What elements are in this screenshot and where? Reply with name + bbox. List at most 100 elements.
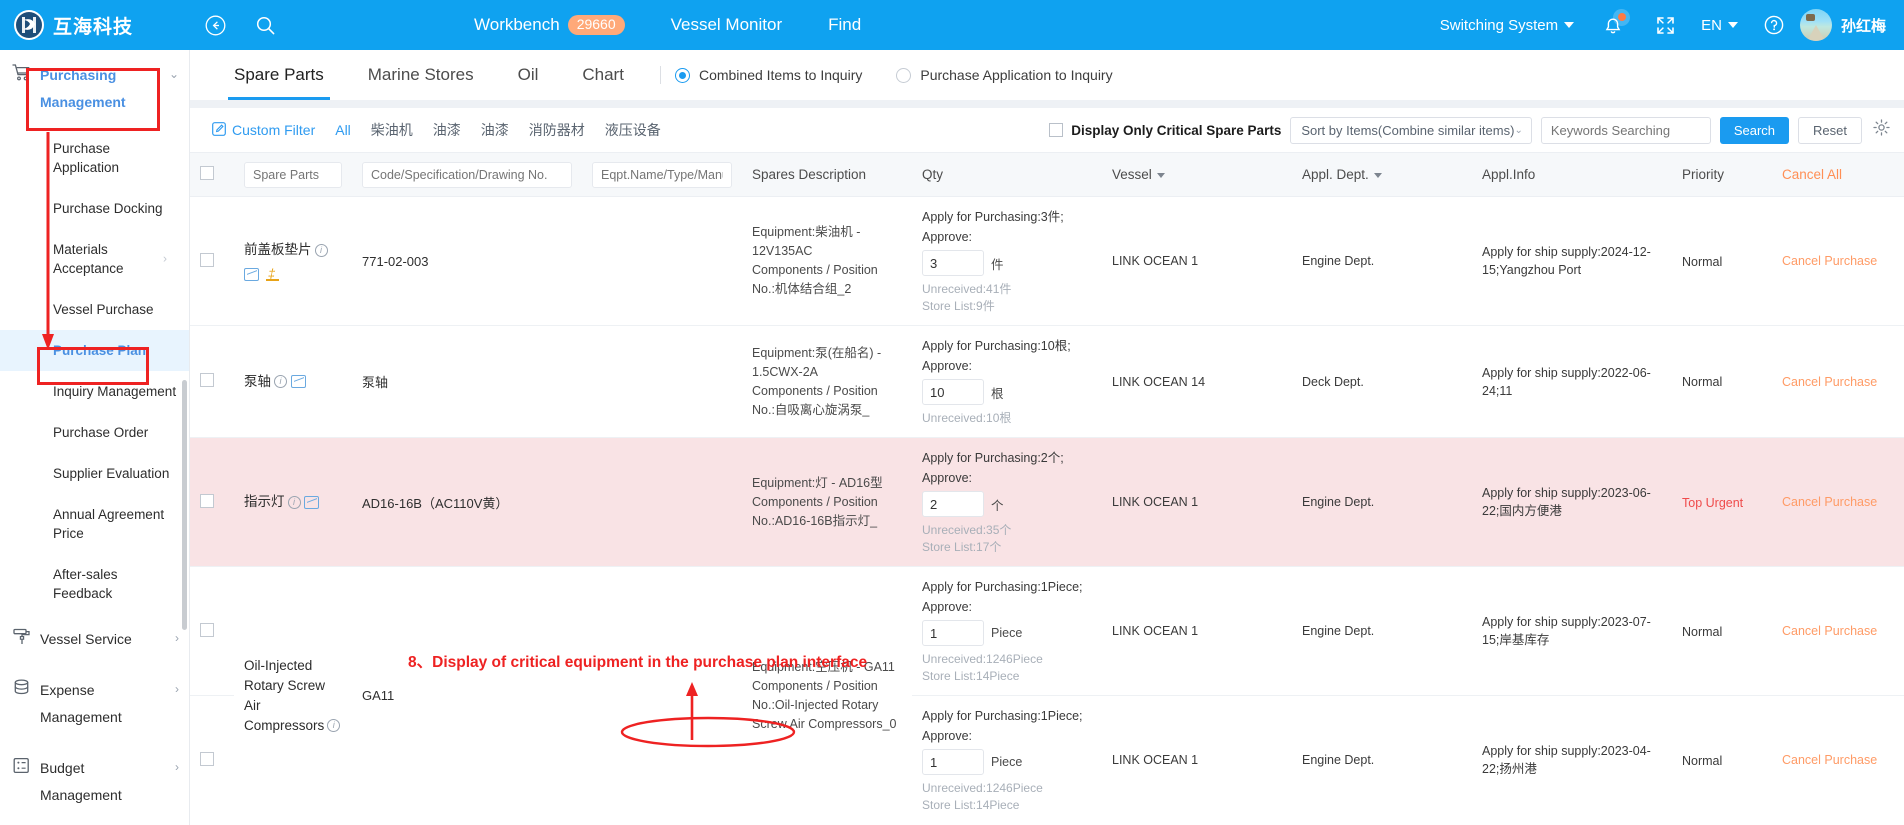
sidebar-group-label-expense: Expense Management: [40, 682, 122, 725]
chip-paint-1[interactable]: 油漆: [433, 120, 461, 140]
nav-workbench[interactable]: Workbench 29660: [474, 15, 625, 35]
th-label: Appl.Info: [1482, 167, 1536, 182]
help-icon[interactable]: [1764, 15, 1784, 35]
sidebar-group-expense-management[interactable]: Expense Management ›: [0, 665, 189, 743]
nav-vessel-monitor-label: Vessel Monitor: [670, 15, 783, 34]
filter-input-eqpt[interactable]: [592, 161, 732, 188]
filter-input-spare-parts[interactable]: [244, 161, 342, 188]
picture-icon[interactable]: [304, 495, 320, 509]
row-checkbox[interactable]: [200, 373, 214, 387]
back-arrow-icon[interactable]: [202, 12, 228, 38]
sidebar-item-purchase-order[interactable]: Purchase Order: [0, 412, 189, 453]
cancel-purchase-link[interactable]: Cancel Purchase: [1782, 753, 1877, 767]
sort-icon: [1156, 172, 1165, 178]
nav-find[interactable]: Find: [828, 15, 861, 35]
cancel-purchase-link[interactable]: Cancel Purchase: [1782, 495, 1877, 509]
search-button[interactable]: Search: [1719, 116, 1790, 144]
table-row[interactable]: Oil-Injected Rotary Screw Air Compressor…: [190, 566, 1904, 814]
info-icon[interactable]: i: [314, 244, 328, 258]
qty-input[interactable]: [922, 749, 984, 775]
cancel-purchase-link[interactable]: Cancel Purchase: [1782, 375, 1877, 389]
tab-marine-stores[interactable]: Marine Stores: [346, 50, 496, 100]
cancel-purchase-link[interactable]: Cancel Purchase: [1782, 624, 1877, 638]
code-value: 771-02-003: [362, 253, 429, 269]
qty-input[interactable]: [922, 491, 984, 517]
sidebar-group-vessel-service[interactable]: Vessel Service ›: [0, 614, 189, 665]
chip-fire-equipment[interactable]: 消防器材: [529, 120, 585, 140]
radio-dot-icon: [674, 67, 690, 83]
avatar[interactable]: [1799, 9, 1832, 41]
sidebar-item-purchase-application[interactable]: Purchase Application: [0, 128, 189, 188]
sidebar-item-purchase-docking[interactable]: Purchase Docking: [0, 188, 189, 229]
notifications-bell-icon[interactable]: [1596, 8, 1631, 42]
sidebar-item-purchase-plan[interactable]: Purchase Plan: [0, 330, 189, 371]
attachment-icon[interactable]: [266, 266, 279, 282]
user-name[interactable]: 孙红梅: [1841, 15, 1886, 36]
switching-system-button[interactable]: Switching System: [1440, 17, 1575, 34]
sort-select[interactable]: Sort by Items(Combine similar items) ⌄: [1290, 116, 1532, 144]
custom-filter-button[interactable]: Custom Filter: [212, 121, 315, 139]
sidebar-group-purchasing-management[interactable]: Purchasing Management ⌄: [0, 50, 189, 128]
picture-icon[interactable]: [244, 268, 259, 282]
chevron-right-icon-budget: ›: [175, 760, 179, 774]
language-selector[interactable]: EN: [1701, 17, 1738, 34]
info-icon[interactable]: i: [274, 375, 287, 389]
td-dept: Deck Dept.: [1292, 325, 1472, 438]
tab-chart[interactable]: Chart: [560, 50, 646, 100]
row-checkbox[interactable]: [200, 493, 214, 508]
table-row[interactable]: 前盖板垫片i 771-02-003 Equipment:柴油机 - 12V135…: [190, 196, 1904, 326]
row-checkbox[interactable]: [200, 751, 214, 766]
sort-icon: [1373, 172, 1382, 178]
sidebar-item-vessel-purchase[interactable]: Vessel Purchase: [0, 289, 189, 330]
qty-input[interactable]: [922, 250, 984, 276]
sidebar-item-supplier-evaluation[interactable]: Supplier Evaluation: [0, 453, 189, 494]
sidebar-item-annual-agreement-price[interactable]: Annual Agreement Price: [0, 494, 189, 554]
chip-diesel-engine[interactable]: 柴油机: [371, 120, 413, 140]
filter-input-code[interactable]: [362, 161, 572, 188]
table-row[interactable]: 指示灯 i AD16-16B（AC110V黄） Equipment:灯 - AD1…: [190, 437, 1904, 567]
nav-vessel-monitor[interactable]: Vessel Monitor: [671, 15, 783, 35]
th-cancel-all[interactable]: Cancel All: [1772, 152, 1904, 197]
qty-input[interactable]: [922, 620, 984, 646]
th-spares-description: Spares Description: [742, 152, 912, 197]
sidebar-item-inquiry-management[interactable]: Inquiry Management: [0, 371, 189, 412]
picture-icon[interactable]: [290, 375, 306, 389]
brand-name: 互海科技: [53, 16, 134, 38]
sidebar-item-after-sales-feedback[interactable]: After-sales Feedback: [0, 554, 189, 614]
critical-spare-parts-checkbox[interactable]: Display Only Critical Spare Parts: [1049, 123, 1281, 138]
info-icon[interactable]: i: [327, 719, 341, 733]
radio-purchase-application-to-inquiry[interactable]: Purchase Application to Inquiry: [896, 67, 1113, 83]
chip-label: All: [335, 122, 351, 138]
appl-info: Apply for ship supply:2023-07-15;岸基库存: [1482, 615, 1651, 647]
fullscreen-icon[interactable]: [1656, 16, 1675, 35]
gear-icon[interactable]: [1873, 119, 1890, 141]
cancel-purchase-link[interactable]: Cancel Purchase: [1782, 254, 1877, 268]
reset-button[interactable]: Reset: [1798, 116, 1862, 144]
search-input[interactable]: [1540, 116, 1711, 144]
td-vessel: LINK OCEAN 14: [1102, 325, 1292, 438]
chip-hydraulic-equipment[interactable]: 液压设备: [605, 120, 661, 140]
appl-info: Apply for ship supply:2023-04-22;扬州港: [1482, 744, 1651, 776]
code-value: 泵轴: [362, 375, 389, 390]
components-line: Components / Position No.:AD16-16B指示灯_: [752, 494, 878, 528]
qty-input[interactable]: [922, 379, 984, 405]
chip-label: 消防器材: [528, 122, 585, 138]
chip-all[interactable]: All: [335, 122, 351, 138]
sidebar-scrollbar[interactable]: [182, 380, 187, 630]
row-checkbox[interactable]: [200, 252, 214, 267]
row-checkbox[interactable]: [200, 622, 214, 637]
search-icon[interactable]: [252, 12, 278, 38]
sidebar-item-materials-acceptance[interactable]: Materials Acceptance ›: [0, 229, 189, 289]
th-vessel[interactable]: Vessel: [1102, 152, 1292, 197]
radio-combined-items-to-inquiry[interactable]: Combined Items to Inquiry: [674, 67, 862, 83]
table-row[interactable]: 泵轴 i 泵轴 Equipment:泵(在船名) - 1.5CWX-2A Comp…: [190, 325, 1904, 438]
info-icon[interactable]: i: [287, 495, 301, 509]
select-all-checkbox[interactable]: [200, 166, 214, 180]
sidebar-group-budget-management[interactable]: Budget Management ›: [0, 743, 189, 821]
th-appl-dept[interactable]: Appl. Dept.: [1292, 152, 1472, 197]
chip-paint-2[interactable]: 油漆: [481, 120, 509, 140]
td-priority: Normal: [1672, 566, 1772, 696]
tab-oil[interactable]: Oil: [496, 50, 561, 100]
tab-spare-parts[interactable]: Spare Parts: [212, 50, 346, 100]
app-header: 互海科技 Workbench 29660 Vessel Monitor Find…: [0, 0, 1904, 50]
